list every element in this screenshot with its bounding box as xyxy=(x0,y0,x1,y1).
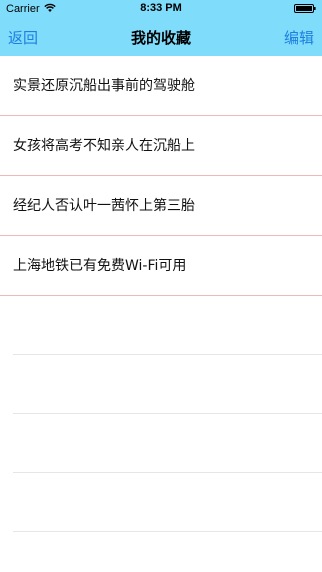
status-bar: Carrier 8:33 PM xyxy=(0,0,322,18)
edit-button[interactable]: 编辑 xyxy=(284,27,314,48)
favorites-list: 实景还原沉船出事前的驾驶舱 女孩将高考不知亲人在沉船上 经纪人否认叶一茜怀上第三… xyxy=(0,56,322,296)
empty-rows xyxy=(0,296,322,532)
list-item-title: 女孩将高考不知亲人在沉船上 xyxy=(13,138,195,154)
empty-row xyxy=(0,355,322,414)
header: Carrier 8:33 PM 返回 我的收藏 编辑 xyxy=(0,0,322,56)
list-item-title: 上海地铁已有免费Wi-Fi可用 xyxy=(13,258,187,274)
empty-row xyxy=(0,473,322,532)
empty-row xyxy=(0,414,322,473)
list-item[interactable]: 上海地铁已有免费Wi-Fi可用 xyxy=(0,236,322,296)
battery-icon xyxy=(294,4,316,13)
status-time: 8:33 PM xyxy=(140,2,182,14)
favorites-screen: Carrier 8:33 PM 返回 我的收藏 编辑 实景还原沉船出事前的驾驶舱… xyxy=(0,0,322,572)
row-separator xyxy=(13,531,322,532)
navigation-bar: 返回 我的收藏 编辑 xyxy=(0,20,322,54)
empty-row xyxy=(0,296,322,355)
list-item[interactable]: 女孩将高考不知亲人在沉船上 xyxy=(0,116,322,176)
page-title: 我的收藏 xyxy=(130,29,191,47)
list-item-title: 实景还原沉船出事前的驾驶舱 xyxy=(13,78,195,94)
list-item[interactable]: 实景还原沉船出事前的驾驶舱 xyxy=(0,56,322,116)
list-item-title: 经纪人否认叶一茜怀上第三胎 xyxy=(13,198,195,214)
list-item[interactable]: 经纪人否认叶一茜怀上第三胎 xyxy=(0,176,322,236)
